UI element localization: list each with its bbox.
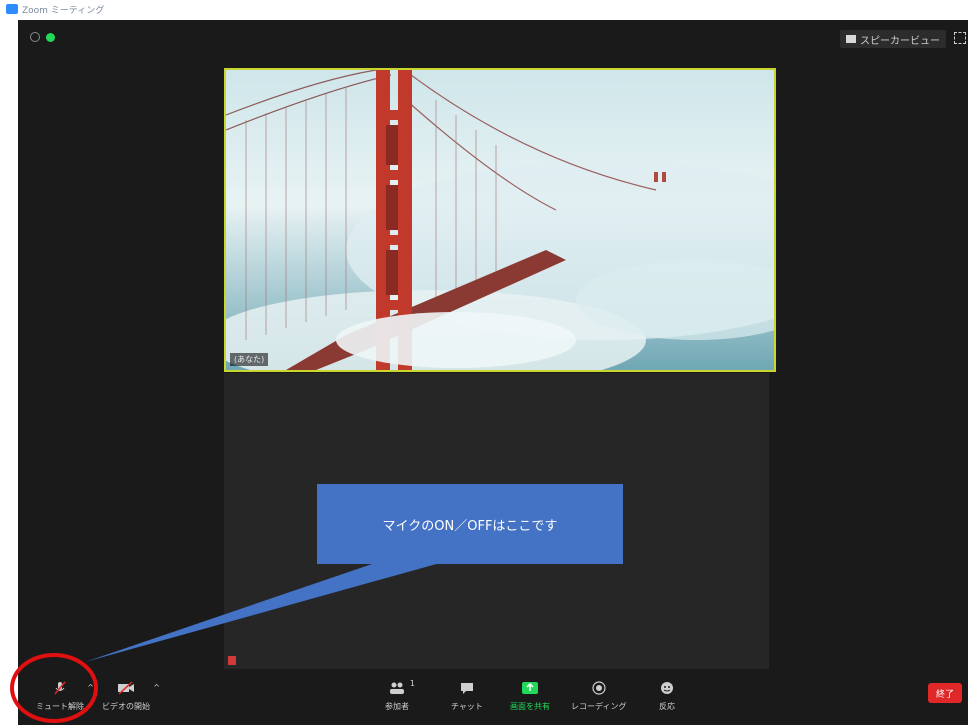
callout-pointer <box>85 563 440 662</box>
annotation-callout: マイクのON／OFFはここです <box>317 484 623 564</box>
highlight-circle <box>10 653 98 723</box>
